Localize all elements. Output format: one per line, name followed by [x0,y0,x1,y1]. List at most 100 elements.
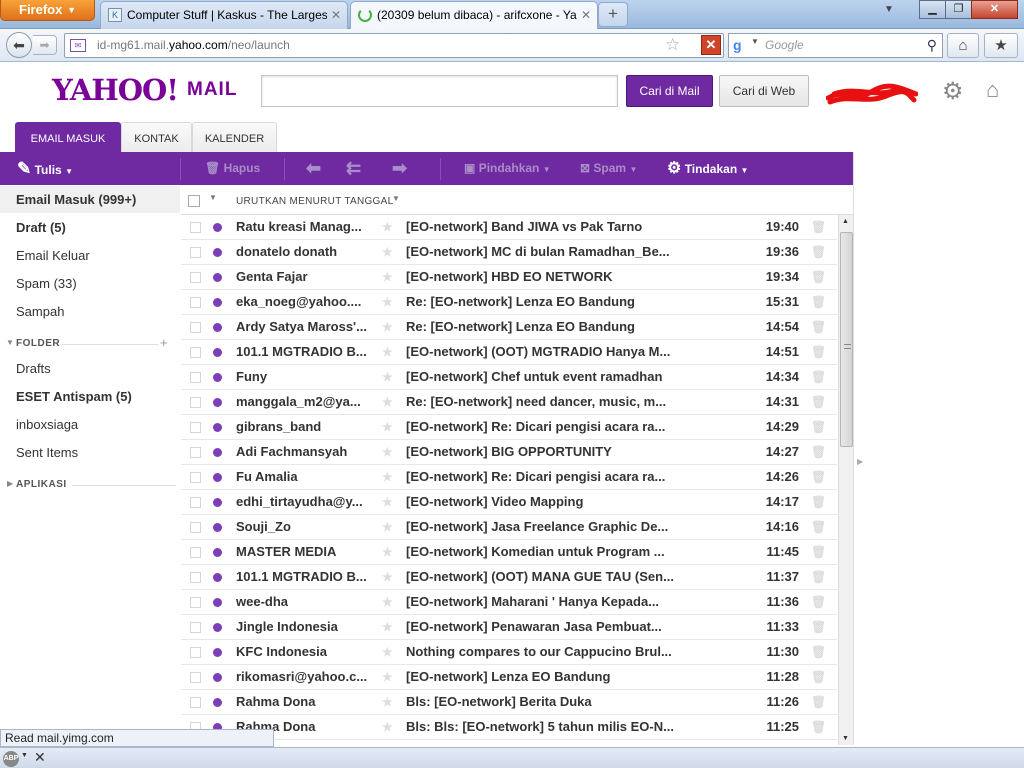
message-row[interactable]: Rahma Dona ★ Bls: Bls: [EO-network] 5 tahu… [181,715,837,740]
message-row[interactable]: KFC Indonesia ★ Nothing compares to our Ca… [181,640,837,665]
star-icon[interactable]: ★ [382,565,393,589]
scrollbar-thumb[interactable] [840,232,853,447]
star-icon[interactable]: ★ [382,315,393,339]
message-sender[interactable]: Adi Fachmansyah [236,440,374,464]
chevron-down-icon[interactable]: ▼ [751,37,759,46]
forward-message-button[interactable]: ➡ [392,152,407,185]
delete-trash-icon[interactable]: 🗑 [811,690,826,714]
message-subject[interactable]: Re: [EO-network] Lenza EO Bandung [406,315,686,339]
unread-dot-icon[interactable] [213,398,222,407]
message-row[interactable]: edhi_tirtayudha@y... ★ [EO-network] Video … [181,490,837,515]
delete-trash-icon[interactable]: 🗑 [811,715,826,739]
scroll-up-arrow-icon[interactable]: ▲ [842,218,849,225]
yahoo-home-icon[interactable]: ⌂ [986,77,999,103]
message-list-scrollbar[interactable]: ▲ ▼ [838,215,853,745]
message-checkbox[interactable] [190,347,201,358]
delete-trash-icon[interactable]: 🗑 [811,640,826,664]
message-checkbox[interactable] [190,497,201,508]
message-row[interactable]: Souji_Zo ★ [EO-network] Jasa Freelance Gra… [181,515,837,540]
home-button[interactable]: ⌂ [947,33,979,58]
message-subject[interactable]: [EO-network] Lenza EO Bandung [406,665,686,689]
message-subject[interactable]: Nothing compares to our Cappucino Brul..… [406,640,686,664]
sidebar-folder-eset[interactable]: ESET Antispam (5) [16,389,132,404]
message-row[interactable]: Fu Amalia ★ [EO-network] Re: Dicari pengis… [181,465,837,490]
unread-dot-icon[interactable] [213,673,222,682]
unread-dot-icon[interactable] [213,348,222,357]
message-subject[interactable]: [EO-network] Chef untuk event ramadhan [406,365,686,389]
mail-search-input[interactable] [261,75,618,107]
message-row[interactable]: donatelo donath ★ [EO-network] MC di bulan… [181,240,837,265]
star-icon[interactable]: ★ [382,365,393,389]
delete-trash-icon[interactable]: 🗑 [811,240,826,264]
unread-dot-icon[interactable] [213,423,222,432]
unread-dot-icon[interactable] [213,523,222,532]
delete-trash-icon[interactable]: 🗑 [811,490,826,514]
message-sender[interactable]: KFC Indonesia [236,640,374,664]
tab-calendar[interactable]: KALENDER [192,122,277,152]
reply-button[interactable]: ⬅ [306,152,321,185]
message-checkbox[interactable] [190,697,201,708]
delete-trash-icon[interactable]: 🗑 [811,365,826,389]
message-row[interactable]: rikomasri@yahoo.c... ★ [EO-network] Lenza … [181,665,837,690]
list-all-tabs-icon[interactable]: ▼ [884,4,894,15]
message-checkbox[interactable] [190,222,201,233]
message-subject[interactable]: [EO-network] Band JIWA vs Pak Tarno [406,215,686,239]
message-sender[interactable]: Rahma Dona [236,690,374,714]
message-checkbox[interactable] [190,272,201,283]
unread-dot-icon[interactable] [213,598,222,607]
star-icon[interactable]: ★ [382,540,393,564]
unread-dot-icon[interactable] [213,298,222,307]
browser-tab-kaskus[interactable]: K Computer Stuff | Kaskus - The Larges..… [100,1,348,29]
message-subject[interactable]: [EO-network] (OOT) MGTRADIO Hanya M... [406,340,686,364]
star-icon[interactable]: ★ [382,290,393,314]
star-icon[interactable]: ★ [382,665,393,689]
message-sender[interactable]: donatelo donath [236,240,374,264]
message-checkbox[interactable] [190,397,201,408]
delete-trash-icon[interactable]: 🗑 [811,315,826,339]
star-icon[interactable]: ★ [382,240,393,264]
sidebar-item-inbox[interactable]: Email Masuk (999+) [16,192,136,207]
star-icon[interactable]: ★ [382,440,393,464]
star-icon[interactable]: ★ [382,215,393,239]
message-subject[interactable]: [EO-network] MC di bulan Ramadhan_Be... [406,240,686,264]
delete-trash-icon[interactable]: 🗑 [811,540,826,564]
sidebar-item-sent[interactable]: Email Keluar [16,248,90,263]
delete-trash-icon[interactable]: 🗑 [811,290,826,314]
settings-gear-icon[interactable]: ⚙ [942,77,964,106]
message-row[interactable]: Ardy Satya Maross'... ★ Re: [EO-network] L… [181,315,837,340]
tab-contacts[interactable]: KONTAK [121,122,192,152]
message-row[interactable]: Funy ★ [EO-network] Chef untuk event ramad… [181,365,837,390]
message-checkbox[interactable] [190,447,201,458]
star-icon[interactable]: ★ [382,690,393,714]
message-sender[interactable]: gibrans_band [236,415,374,439]
message-subject[interactable]: [EO-network] BIG OPPORTUNITY [406,440,686,464]
star-icon[interactable]: ★ [382,465,393,489]
close-addon-bar-icon[interactable]: ✕ [34,749,46,766]
message-row[interactable]: eka_noeg@yahoo.... ★ Re: [EO-network] Lenz… [181,290,837,315]
url-bar[interactable]: ✉ id-mg61.mail.yahoo.com/neo/launch ☆ ✕ [64,33,724,58]
forward-button[interactable]: ➡ [33,35,57,55]
minimize-window-button[interactable]: ▁ [919,0,946,19]
sidebar-folder-sent-items[interactable]: Sent Items [16,445,78,460]
message-subject[interactable]: [EO-network] Penawaran Jasa Pembuat... [406,615,686,639]
message-checkbox[interactable] [190,297,201,308]
back-button[interactable]: ⬅ [6,32,32,58]
message-row[interactable]: wee-dha ★ [EO-network] Maharani ' Hanya Ke… [181,590,837,615]
search-icon[interactable]: ⚲ [927,37,937,54]
message-sender[interactable]: wee-dha [236,590,374,614]
delete-trash-icon[interactable]: 🗑 [811,515,826,539]
unread-dot-icon[interactable] [213,698,222,707]
message-row[interactable]: Genta Fajar ★ [EO-network] HBD EO NETWORK 1… [181,265,837,290]
bookmark-star-icon[interactable]: ☆ [665,35,680,55]
message-checkbox[interactable] [190,372,201,383]
unread-dot-icon[interactable] [213,498,222,507]
unread-dot-icon[interactable] [213,373,222,382]
star-icon[interactable]: ★ [382,590,393,614]
message-sender[interactable]: manggala_m2@ya... [236,390,374,414]
message-subject[interactable]: [EO-network] Komedian untuk Program ... [406,540,686,564]
message-checkbox[interactable] [190,322,201,333]
message-sender[interactable]: edhi_tirtayudha@y... [236,490,374,514]
message-checkbox[interactable] [190,547,201,558]
delete-trash-icon[interactable]: 🗑 [811,590,826,614]
message-checkbox[interactable] [190,672,201,683]
